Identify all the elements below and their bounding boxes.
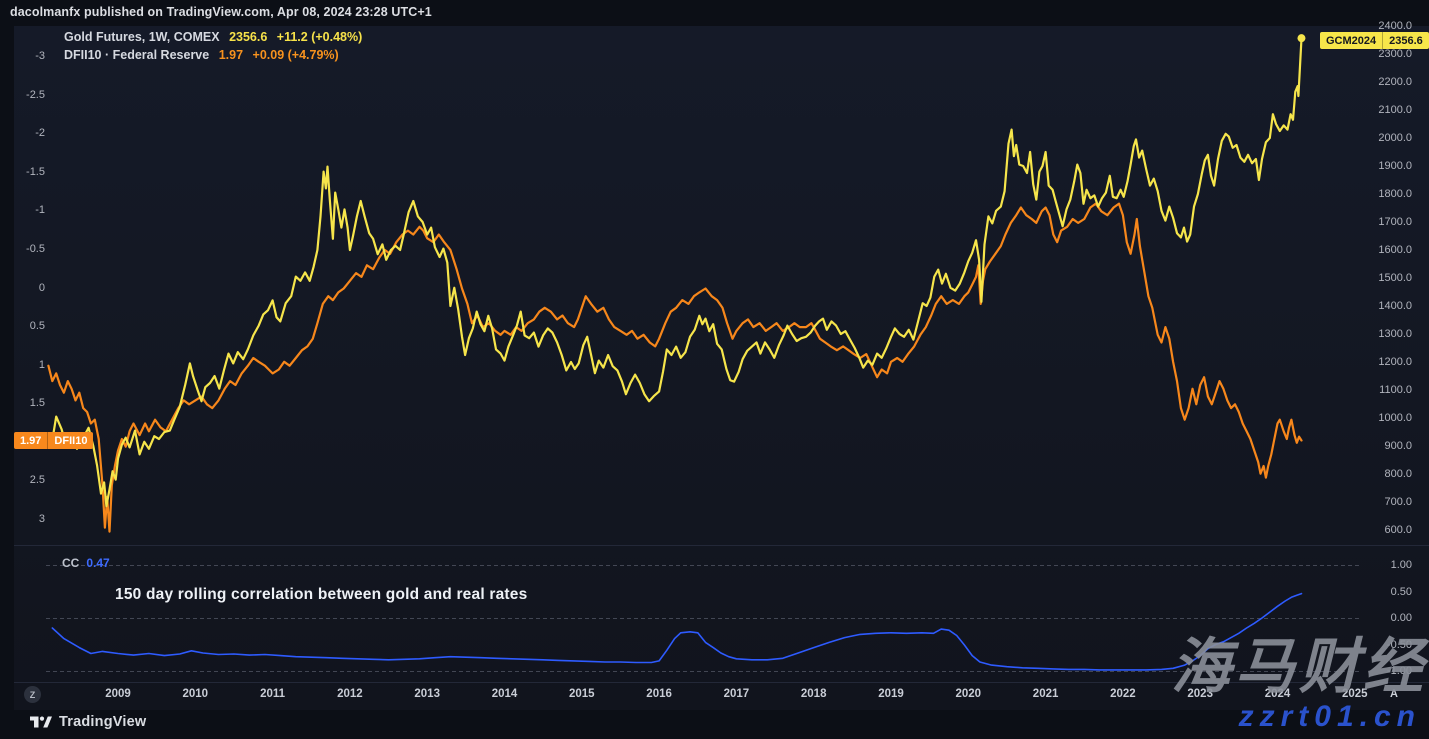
- correlation-legend: CC 0.47: [62, 556, 110, 570]
- legend-row-gold: Gold Futures, 1W, COMEX 2356.6 +11.2 (+0…: [64, 28, 368, 46]
- x-axis-year-tick: 2019: [867, 688, 915, 700]
- tradingview-wordmark: TradingView: [59, 714, 146, 730]
- x-axis-year-tick: 2009: [94, 688, 142, 700]
- legend-title-dfii: DFII10 · Federal Reserve: [64, 48, 209, 62]
- watermark-cjk: 海马财经: [1171, 634, 1427, 700]
- x-axis-year-tick: 2013: [403, 688, 451, 700]
- right-axis-tick: 1700.0: [1342, 216, 1412, 228]
- right-axis-tick: 2000.0: [1342, 132, 1412, 144]
- x-axis-year-tick: 2022: [1099, 688, 1147, 700]
- timezone-button[interactable]: Z: [24, 686, 41, 703]
- right-axis-tick: 900.0: [1342, 440, 1412, 452]
- x-axis-year-tick: 2020: [944, 688, 992, 700]
- right-axis-tick: 2300.0: [1342, 48, 1412, 60]
- x-axis-year-tick: 2021: [1022, 688, 1070, 700]
- left-axis-tick: -1.5: [0, 166, 45, 178]
- x-axis-year-tick: 2016: [635, 688, 683, 700]
- left-axis-tick: -3: [0, 50, 45, 62]
- published-by-text: dacolmanfx published on TradingView.com,…: [10, 5, 432, 19]
- right-axis-tick: 2100.0: [1342, 104, 1412, 116]
- x-axis-year-tick: 2015: [558, 688, 606, 700]
- left-axis-tick: -1: [0, 204, 45, 216]
- legend-value-gold: 2356.6: [229, 30, 267, 44]
- left-axis-tick: -2.5: [0, 89, 45, 101]
- dfii-price-value: 1.97: [14, 432, 47, 449]
- legend-change-dfii: +0.09 (+4.79%): [253, 48, 339, 62]
- legend-title-gold: Gold Futures, 1W, COMEX: [64, 30, 220, 44]
- right-axis-tick: 1200.0: [1342, 356, 1412, 368]
- x-axis-year-tick: 2010: [171, 688, 219, 700]
- chart-annotation: 150 day rolling correlation between gold…: [115, 586, 527, 604]
- gold-symbol: GCM2024: [1320, 32, 1382, 49]
- left-axis-tick: 1.5: [0, 397, 45, 409]
- x-axis-year-tick: 2014: [481, 688, 529, 700]
- tradingview-brand-link[interactable]: TradingView: [30, 714, 146, 730]
- right-axis-tick: 2200.0: [1342, 76, 1412, 88]
- correlation-axis-tick: 1.00: [1342, 559, 1412, 571]
- right-axis-tick: 1600.0: [1342, 244, 1412, 256]
- right-axis-tick: 700.0: [1342, 496, 1412, 508]
- tradingview-snapshot: { "header": { "published_line": "dacolma…: [0, 0, 1429, 739]
- right-axis-tick: 1800.0: [1342, 188, 1412, 200]
- watermark-url[interactable]: zzrt01.cn: [1239, 700, 1421, 734]
- gold-price-value: 2356.6: [1383, 32, 1429, 49]
- gold-price-label: GCM2024 2356.6: [1320, 32, 1429, 49]
- right-axis-tick: 800.0: [1342, 468, 1412, 480]
- left-axis-tick: 3: [0, 513, 45, 525]
- right-axis-tick: 600.0: [1342, 524, 1412, 536]
- correlation-axis-tick: 0.50: [1342, 586, 1412, 598]
- dfii-symbol: DFII10: [48, 432, 93, 449]
- x-axis-year-tick: 2017: [712, 688, 760, 700]
- left-axis-tick: 0: [0, 282, 45, 294]
- legend-row-dfii: DFII10 · Federal Reserve 1.97 +0.09 (+4.…: [64, 46, 368, 64]
- right-axis-tick: 2400.0: [1342, 20, 1412, 32]
- left-axis-tick: 1: [0, 359, 45, 371]
- right-axis-tick: 1400.0: [1342, 300, 1412, 312]
- panel-separator: [14, 545, 1429, 546]
- right-axis-tick: 1900.0: [1342, 160, 1412, 172]
- left-axis-tick: -2: [0, 127, 45, 139]
- x-axis-year-tick: 2011: [249, 688, 297, 700]
- main-legend: Gold Futures, 1W, COMEX 2356.6 +11.2 (+0…: [64, 28, 368, 64]
- dfii-price-label: 1.97 DFII10: [14, 432, 93, 449]
- right-axis-tick: 1300.0: [1342, 328, 1412, 340]
- legend-change-gold: +11.2 (+0.48%): [277, 30, 362, 44]
- left-axis-tick: 2.5: [0, 474, 45, 486]
- right-axis-tick: 1000.0: [1342, 412, 1412, 424]
- correlation-axis-tick: 0.00: [1342, 612, 1412, 624]
- legend-value-dfii: 1.97: [219, 48, 243, 62]
- x-axis-year-tick: 2012: [326, 688, 374, 700]
- left-axis-tick: -0.5: [0, 243, 45, 255]
- tradingview-logo-icon: [30, 715, 52, 729]
- left-axis-tick: 0.5: [0, 320, 45, 332]
- right-axis-tick: 1100.0: [1342, 384, 1412, 396]
- chart-card: [14, 26, 1429, 710]
- right-axis-tick: 1500.0: [1342, 272, 1412, 284]
- x-axis-year-tick: 2018: [790, 688, 838, 700]
- cc-indicator-label: CC: [62, 556, 79, 570]
- cc-indicator-value: 0.47: [86, 556, 109, 570]
